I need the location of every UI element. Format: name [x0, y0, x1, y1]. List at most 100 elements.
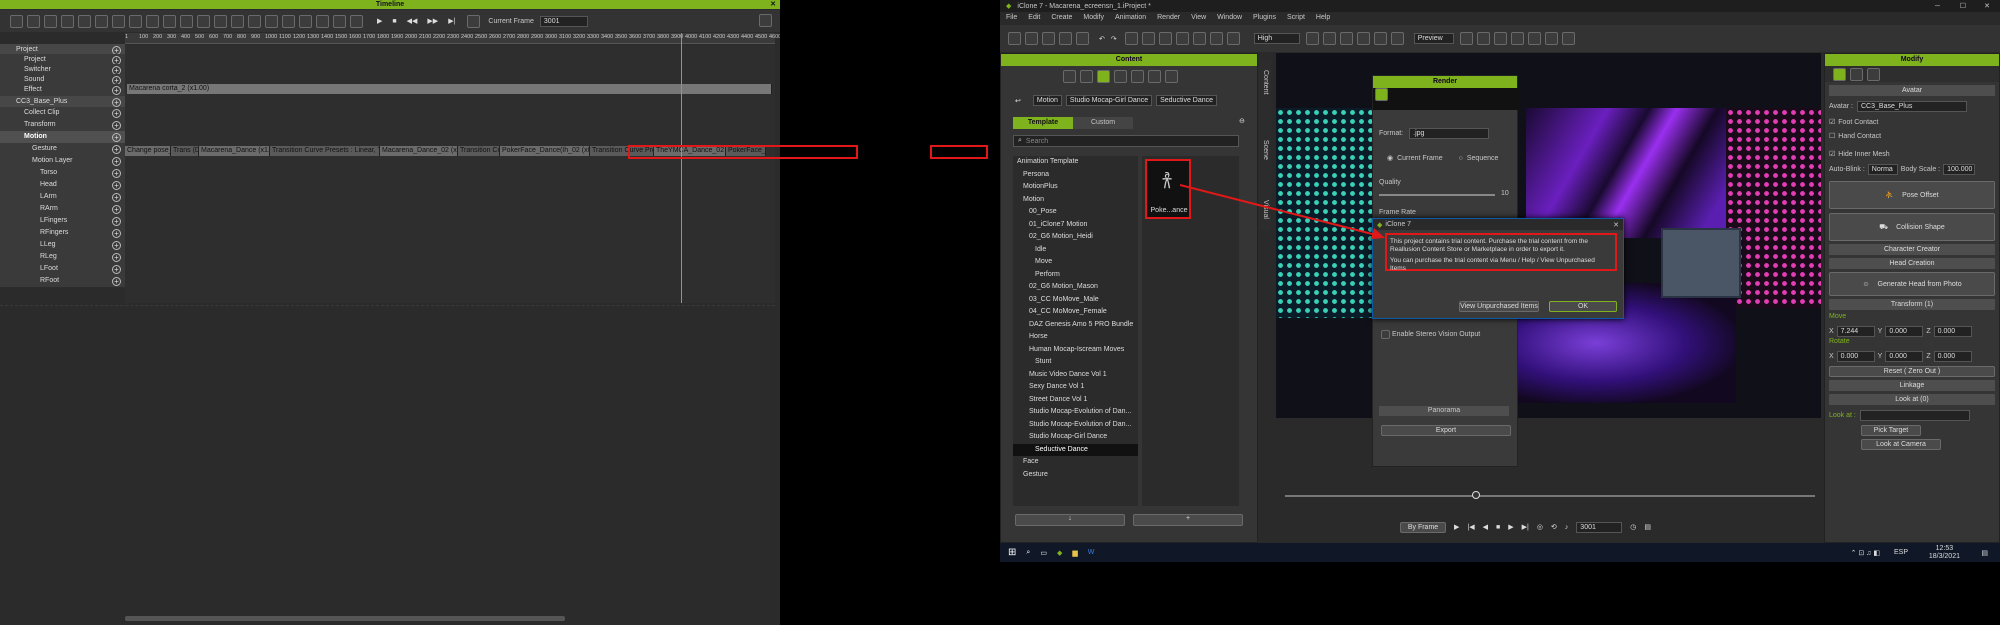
- side-tab-scene[interactable]: Scene: [1262, 140, 1269, 160]
- tree-item[interactable]: Move: [1013, 256, 1138, 269]
- prev-key-icon[interactable]: ◀: [1483, 523, 1488, 531]
- modify-checker-icon[interactable]: [1867, 67, 1880, 81]
- filter-icon[interactable]: [44, 14, 57, 28]
- end-frame-icon[interactable]: ▶|: [448, 17, 455, 25]
- current-frame-radio[interactable]: ◉: [1387, 154, 1393, 162]
- head-creation-section[interactable]: Head Creation: [1829, 258, 1995, 269]
- add-track-icon[interactable]: +: [112, 121, 121, 130]
- tree-item[interactable]: Studio Mocap-Evolution of Dan...: [1013, 419, 1138, 432]
- rot-z-input[interactable]: 0.000: [1933, 350, 1972, 362]
- playback-thumb[interactable]: [1472, 491, 1480, 499]
- settings-icon[interactable]: [759, 14, 772, 27]
- prop-icon[interactable]: [1131, 69, 1144, 83]
- grid-view-icon[interactable]: [1373, 32, 1387, 45]
- add-track-icon[interactable]: +: [112, 133, 121, 142]
- back-icon[interactable]: ↩: [1015, 97, 1021, 105]
- add-button[interactable]: +: [1133, 514, 1243, 526]
- transform-section[interactable]: Transform (1): [1829, 299, 1995, 310]
- project-icon[interactable]: [1063, 69, 1076, 83]
- image-icon[interactable]: [1114, 69, 1127, 83]
- select-icon[interactable]: [1124, 32, 1138, 45]
- task-view-icon[interactable]: ▭: [1040, 549, 1047, 557]
- grid-icon[interactable]: [350, 14, 363, 28]
- breadcrumb-item[interactable]: Motion: [1032, 95, 1062, 106]
- motion-icon[interactable]: [1527, 32, 1541, 45]
- add-track-icon[interactable]: +: [112, 241, 121, 250]
- clock[interactable]: 12:53 18/3/2021: [1929, 545, 1960, 561]
- tree-item[interactable]: Persona: [1013, 169, 1138, 182]
- add-track-icon[interactable]: +: [112, 229, 121, 238]
- add-track-icon[interactable]: +: [112, 109, 121, 118]
- motion-clip[interactable]: Macarena_Dance (x1.00): [199, 146, 270, 156]
- blend-icon[interactable]: [265, 14, 278, 28]
- sequence-radio[interactable]: ○: [1459, 155, 1463, 162]
- add-track-icon[interactable]: +: [112, 205, 121, 214]
- split-icon[interactable]: [180, 14, 193, 28]
- window-close-icon[interactable]: ✕: [1984, 2, 1990, 10]
- move-y-input[interactable]: 0.000: [1885, 325, 1924, 337]
- tree-item[interactable]: Studio Mocap-Evolution of Dan...: [1013, 406, 1138, 419]
- move-x-input[interactable]: 7.244: [1836, 325, 1875, 337]
- prev-frame-icon[interactable]: ◀◀: [407, 17, 418, 25]
- track-row[interactable]: Gesture +: [0, 143, 125, 156]
- menu-item[interactable]: Help: [1316, 14, 1330, 21]
- motion-clip[interactable]: Transition Curve Presets : Linear, Time …: [458, 146, 500, 156]
- menu-item[interactable]: Render: [1157, 14, 1180, 21]
- preview-select[interactable]: Preview: [1413, 33, 1454, 44]
- flatten-icon[interactable]: [214, 14, 227, 28]
- eye-icon[interactable]: [1226, 32, 1240, 45]
- look-at-camera-button[interactable]: Look at Camera: [1861, 439, 1941, 450]
- list-icon[interactable]: [27, 14, 40, 28]
- add-track-icon[interactable]: +: [112, 145, 121, 154]
- iclone-taskbar-icon[interactable]: ◆: [1057, 549, 1062, 557]
- hide-inner-mesh-checkbox[interactable]: ☑: [1829, 150, 1835, 158]
- add-track-icon[interactable]: +: [112, 169, 121, 178]
- track-row[interactable]: LFingers +: [0, 215, 125, 228]
- track-row[interactable]: Collect Clip +: [0, 107, 125, 120]
- move-icon[interactable]: [1141, 32, 1155, 45]
- wire-icon[interactable]: [1390, 32, 1404, 45]
- tree-item[interactable]: Gesture: [1013, 469, 1138, 482]
- redo-icon[interactable]: ↷: [1111, 35, 1117, 43]
- zoom-icon[interactable]: [316, 14, 329, 28]
- add-track-icon[interactable]: +: [112, 181, 121, 190]
- tree-item[interactable]: 01_iClone7 Motion: [1013, 219, 1138, 232]
- track-row[interactable]: LLeg +: [0, 239, 125, 252]
- playback-frame-input[interactable]: 3001: [1576, 521, 1623, 533]
- add-track-icon[interactable]: +: [112, 265, 121, 274]
- timer-icon[interactable]: ◷: [1630, 523, 1636, 531]
- motion-clip[interactable]: PokerFace_Dance(Ih_02 (x0.80): [500, 146, 590, 156]
- current-frame-input[interactable]: 3001: [539, 15, 588, 27]
- windows-start-icon[interactable]: ⊞: [1008, 547, 1016, 558]
- collision-shape-button[interactable]: ⛟ Collision Shape: [1829, 213, 1995, 241]
- tree-item[interactable]: Motion: [1013, 194, 1138, 207]
- tree-item[interactable]: 02_G6 Motion_Heidi: [1013, 231, 1138, 244]
- track-row[interactable]: RFoot +: [0, 275, 125, 288]
- next-key-icon[interactable]: ▶: [1508, 523, 1513, 531]
- rot-x-input[interactable]: 0.000: [1836, 350, 1875, 362]
- auto-blink-select[interactable]: Norma: [1867, 163, 1898, 175]
- morph-icon[interactable]: [1493, 32, 1507, 45]
- add-track-icon[interactable]: +: [112, 98, 121, 107]
- motion-clip[interactable]: Trans (Da: [171, 146, 199, 156]
- avatar-icon[interactable]: [1080, 69, 1093, 83]
- tree-item[interactable]: 03_CC MoMove_Male: [1013, 294, 1138, 307]
- cut-icon[interactable]: [163, 14, 176, 28]
- menu-icon[interactable]: [10, 14, 23, 28]
- look-at-section[interactable]: Look at (0): [1829, 394, 1995, 405]
- generate-head-button[interactable]: ☺ Generate Head from Photo: [1829, 272, 1995, 296]
- tree-item[interactable]: Stunt: [1013, 356, 1138, 369]
- last-frame-icon[interactable]: ▶|: [1522, 523, 1529, 531]
- fit-icon[interactable]: [333, 14, 346, 28]
- tab-custom[interactable]: Custom: [1073, 117, 1133, 129]
- pick-target-button[interactable]: Pick Target: [1861, 425, 1921, 436]
- view-unpurchased-button[interactable]: View Unpurchased Items: [1459, 301, 1539, 312]
- track-row[interactable]: Transform +: [0, 119, 125, 132]
- move-z-input[interactable]: 0.000: [1933, 325, 1972, 337]
- stereo-checkbox[interactable]: [1381, 330, 1390, 339]
- avatar-field[interactable]: CC3_Base_Plus: [1857, 100, 1967, 112]
- tree-item[interactable]: Sexy Dance Vol 1: [1013, 381, 1138, 394]
- open-icon[interactable]: [1025, 32, 1038, 45]
- motion-clip[interactable]: Change pose_02 (x1.00): [125, 146, 171, 156]
- tree-item[interactable]: Music Video Dance Vol 1: [1013, 369, 1138, 382]
